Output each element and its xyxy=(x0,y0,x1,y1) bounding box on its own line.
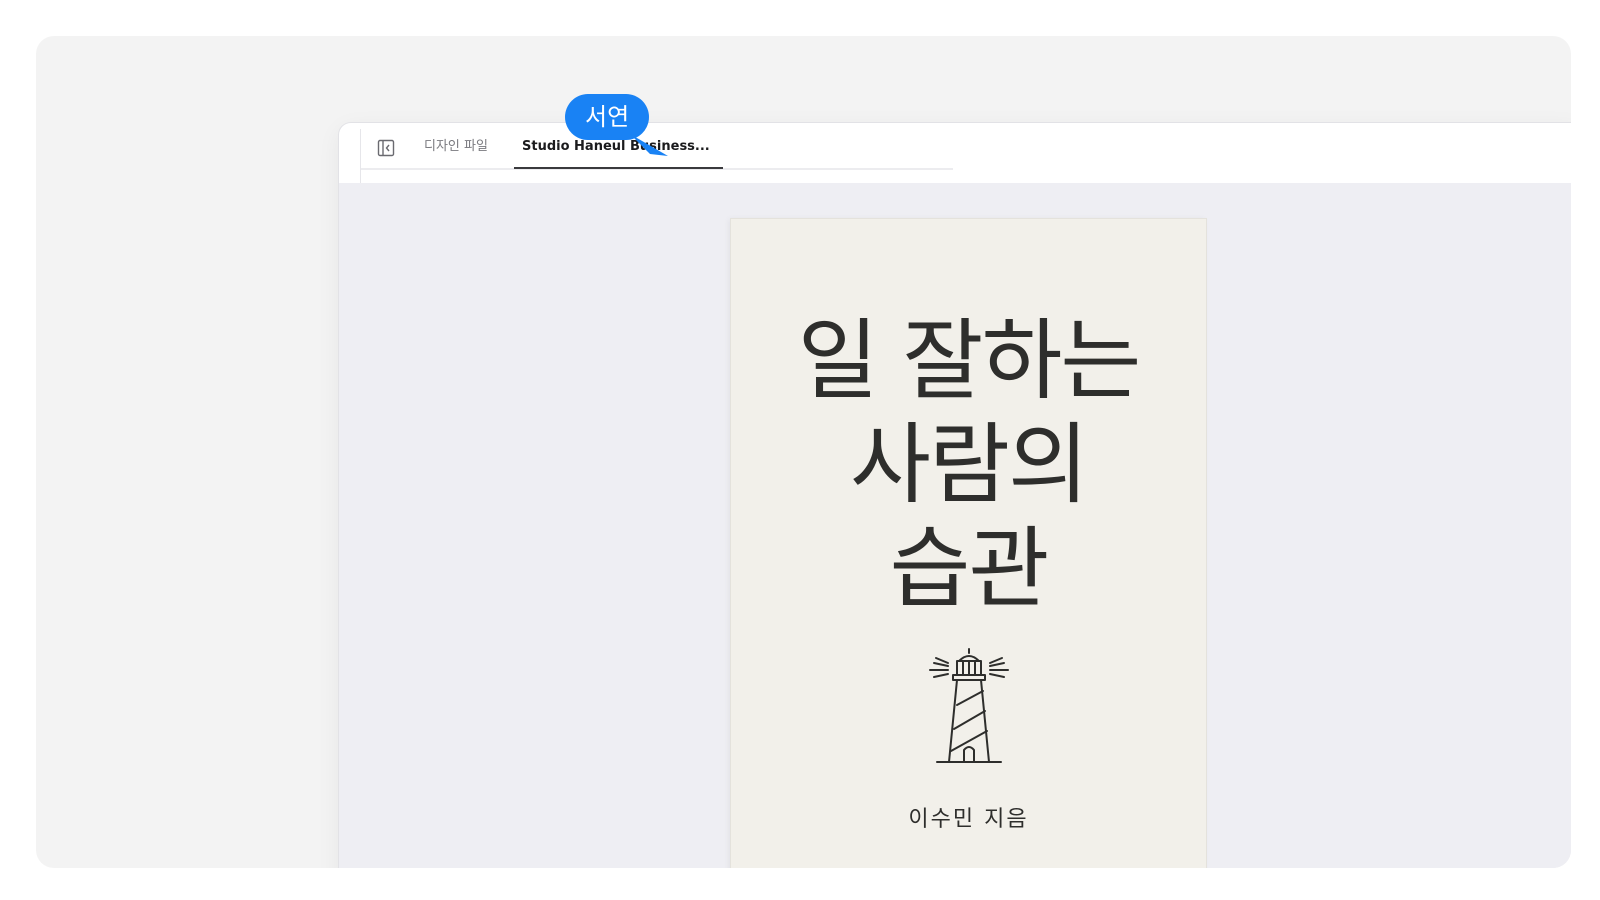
book-title-line: 습관 xyxy=(889,517,1050,620)
tab-bar: 디자인 파일 Studio Haneul Business... xyxy=(339,123,1571,184)
tab-bar-divider xyxy=(360,129,361,183)
tab-active-document[interactable]: Studio Haneul Business... xyxy=(522,137,710,157)
tab-design-files[interactable]: 디자인 파일 xyxy=(424,137,488,157)
book-title-line: 사람의 xyxy=(850,413,1089,516)
book-title-line: 일 잘하는 xyxy=(797,309,1142,412)
book-author: 이수민 지음 xyxy=(908,807,1029,832)
active-tab-indicator xyxy=(514,167,723,169)
book-title: 일 잘하는 사람의 습관 xyxy=(731,309,1206,621)
sidebar-toggle-icon[interactable] xyxy=(377,139,395,157)
pointer-cursor-icon xyxy=(630,134,668,156)
book-cover[interactable]: 일 잘하는 사람의 습관 이수민 지음 xyxy=(731,219,1206,868)
lighthouse-icon xyxy=(929,648,1009,763)
design-canvas[interactable]: 일 잘하는 사람의 습관 이수민 지음 xyxy=(339,183,1571,868)
editor-window: 디자인 파일 Studio Haneul Business... 일 잘하는 사… xyxy=(339,123,1571,868)
workspace-background: 디자인 파일 Studio Haneul Business... 일 잘하는 사… xyxy=(36,36,1571,868)
